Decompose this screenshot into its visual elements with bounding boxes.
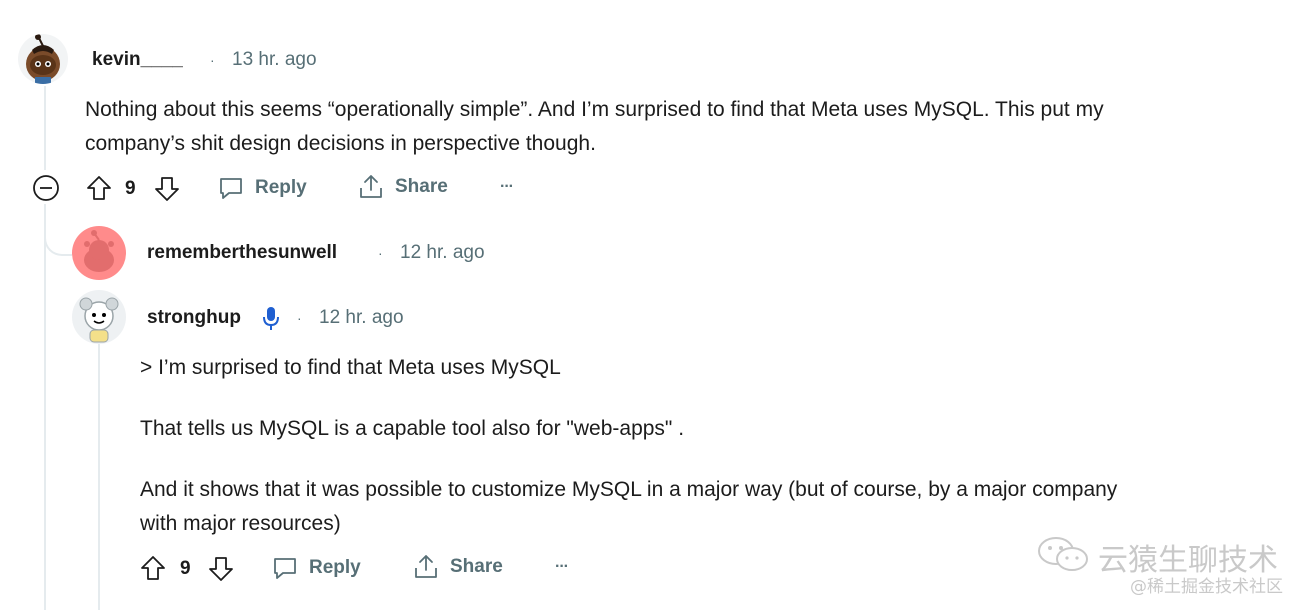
microphone-icon [262, 305, 280, 336]
share-upload-icon [415, 555, 437, 578]
reply-label: Reply [255, 177, 307, 198]
comment-quote-line: > I’m surprised to find that Meta uses M… [140, 356, 561, 379]
thread-line-root [44, 86, 46, 170]
reply-button[interactable]: Reply [271, 554, 361, 582]
collapse-circle-minus-icon[interactable] [32, 174, 60, 207]
reply-button[interactable]: Reply [217, 174, 307, 202]
comment-timestamp[interactable]: 12 hr. ago [319, 307, 404, 329]
comment-body-line: That tells us MySQL is a capable tool al… [140, 417, 685, 440]
vote-score: 9 [125, 178, 136, 199]
upvote-arrow-icon[interactable] [139, 554, 167, 587]
vote-score: 9 [180, 558, 191, 579]
thread-line-reply [98, 344, 100, 610]
share-label: Share [450, 556, 503, 577]
comment-username[interactable]: kevin____ [92, 49, 183, 71]
reply-label: Reply [309, 557, 361, 578]
speech-bubble-icon [274, 558, 296, 579]
avatar-rememberthesunwell[interactable] [72, 226, 126, 280]
comment-timestamp[interactable]: 12 hr. ago [400, 242, 485, 264]
meta-separator: · [378, 245, 383, 261]
comment-body-line: with major resources) [140, 512, 341, 535]
more-options-button[interactable]: ··· [500, 178, 514, 196]
thread-branch-curve [44, 218, 72, 256]
comment-username[interactable]: stronghup [147, 307, 241, 329]
more-options-label: ··· [500, 178, 514, 195]
speech-bubble-icon [220, 178, 242, 199]
watermark-subtitle: @稀土掘金技术社区 [1130, 577, 1283, 597]
more-options-button[interactable]: ··· [555, 558, 569, 576]
more-options-label: ··· [555, 558, 569, 575]
comment-timestamp[interactable]: 13 hr. ago [232, 49, 317, 71]
comment-body-line: And it shows that it was possible to cus… [140, 478, 1118, 501]
comment-body-line: Nothing about this seems “operationally … [85, 98, 1104, 121]
downvote-arrow-icon[interactable] [153, 175, 181, 208]
comment-username[interactable]: rememberthesunwell [147, 242, 337, 264]
meta-separator: · [210, 52, 215, 68]
meta-separator: · [297, 310, 302, 326]
avatar-kevin[interactable] [18, 34, 68, 84]
downvote-arrow-icon[interactable] [207, 555, 235, 588]
share-button[interactable]: Share [357, 173, 448, 201]
share-label: Share [395, 176, 448, 197]
upvote-arrow-icon[interactable] [85, 174, 113, 207]
share-upload-icon [360, 175, 382, 198]
share-button[interactable]: Share [412, 553, 503, 581]
avatar-stronghup[interactable] [72, 290, 126, 344]
comment-body-line: company’s shit design decisions in persp… [85, 132, 596, 155]
thread-line-root-lower [44, 204, 46, 610]
wechat-icon [1036, 534, 1092, 579]
